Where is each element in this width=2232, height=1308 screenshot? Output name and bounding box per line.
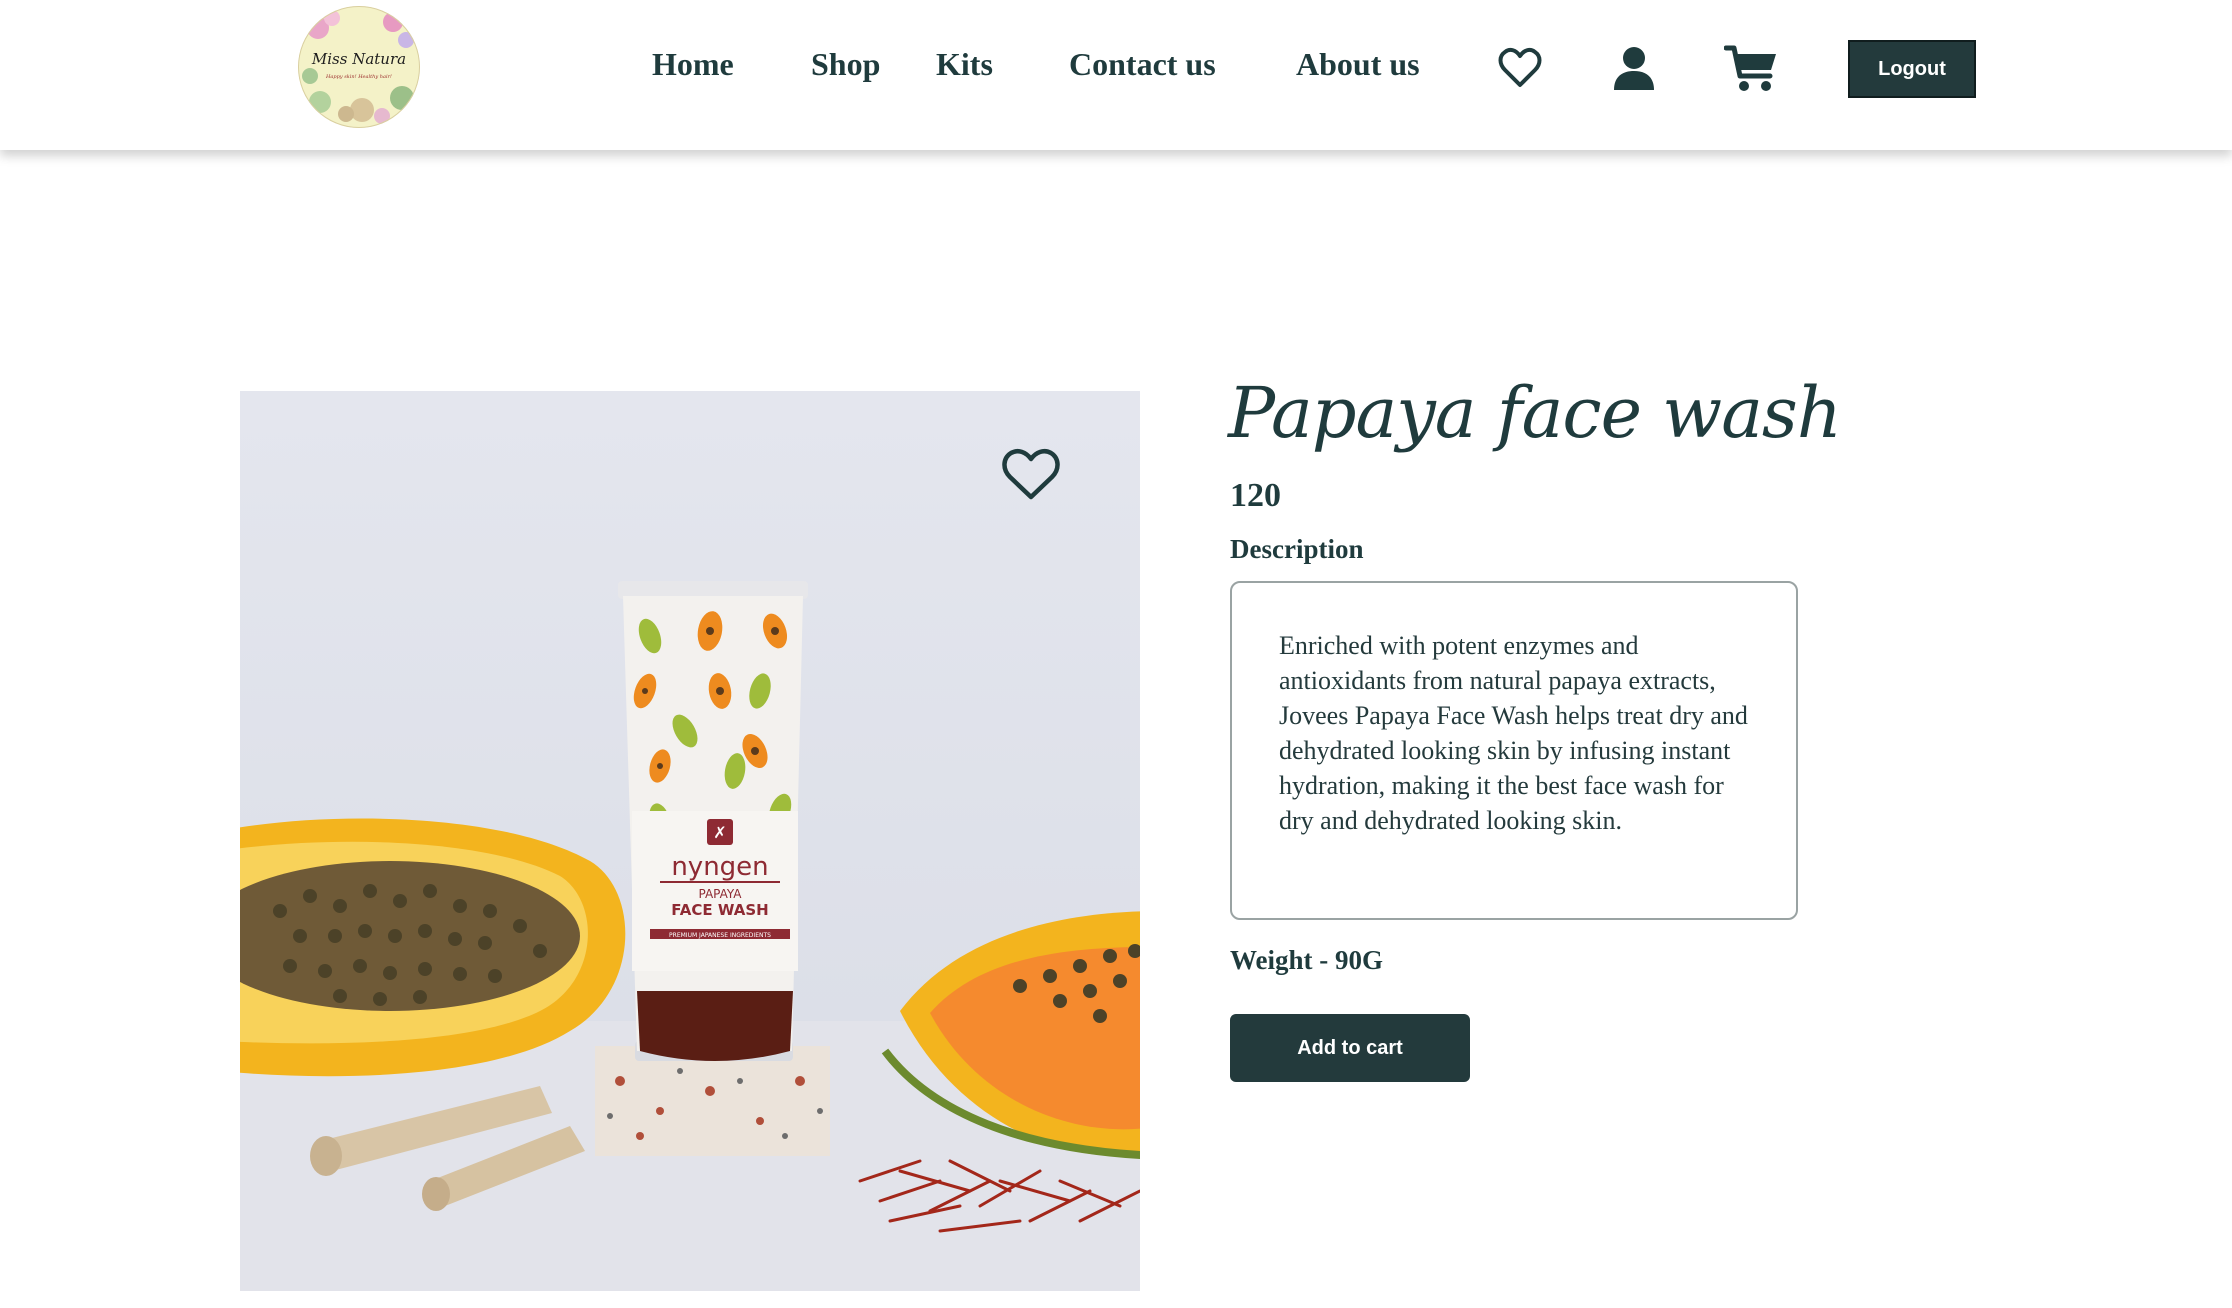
logo-text: Miss Natura <box>311 50 406 68</box>
logout-button[interactable]: Logout <box>1848 40 1976 98</box>
wishlist-heart-icon[interactable] <box>1496 44 1544 92</box>
description-box: Enriched with potent enzymes and antioxi… <box>1230 581 1798 920</box>
svg-text:✗: ✗ <box>713 823 726 842</box>
nav-home[interactable]: Home <box>652 46 734 83</box>
cart-icon[interactable] <box>1723 44 1778 92</box>
logo-graphic: Miss Natura Happy skin! Healthy hair! <box>298 6 420 128</box>
tube-line3: PREMIUM JAPANESE INGREDIENTS <box>669 932 771 939</box>
description-text: Enriched with potent enzymes and antioxi… <box>1279 631 1748 835</box>
add-to-cart-button[interactable]: Add to cart <box>1230 1014 1470 1082</box>
nav-contact-us[interactable]: Contact us <box>1069 46 1216 83</box>
user-icon[interactable] <box>1610 44 1658 92</box>
logo-tagline: Happy skin! Healthy hair! <box>325 74 392 80</box>
product-weight: Weight - 90G <box>1230 945 1383 975</box>
description-label: Description <box>1230 534 1364 564</box>
tube-line1: PAPAYA <box>698 887 742 901</box>
top-navbar: Miss Natura Happy skin! Healthy hair! Ho… <box>0 0 2232 150</box>
brand-logo[interactable]: Miss Natura Happy skin! Healthy hair! <box>298 6 420 128</box>
nav-kits[interactable]: Kits <box>936 46 993 83</box>
nav-about-us[interactable]: About us <box>1296 46 1420 83</box>
tube-brand: nyngen <box>671 852 768 882</box>
product-image: ✗ nyngen PAPAYA FACE WASH PREMIUM JAPANE… <box>240 391 1140 1291</box>
product-title: Papaya face wash <box>1228 372 1842 454</box>
product-price: 120 <box>1230 477 1281 514</box>
nav-shop[interactable]: Shop <box>811 46 880 83</box>
tube-line2: FACE WASH <box>671 901 768 919</box>
add-to-wishlist-heart-icon[interactable] <box>1000 448 1062 502</box>
